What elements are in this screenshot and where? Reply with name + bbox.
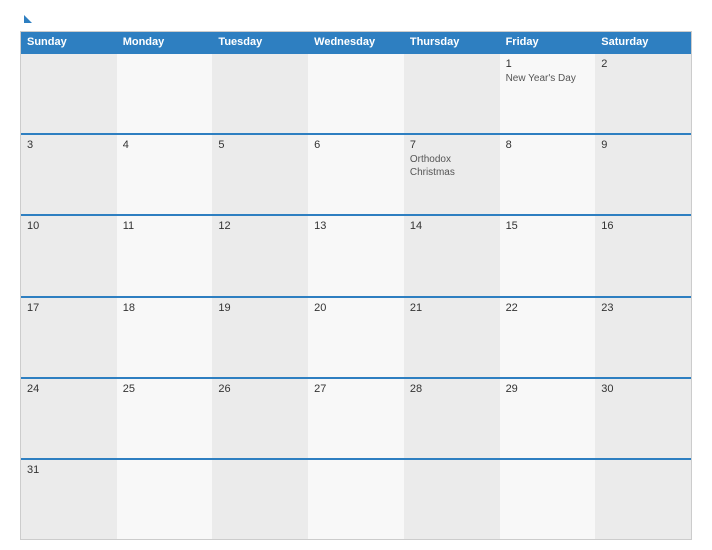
calendar-week-row: 1 New Year's Day 2 bbox=[21, 52, 691, 133]
logo bbox=[20, 15, 32, 23]
day-number: 1 bbox=[506, 58, 590, 70]
day-number: 17 bbox=[27, 302, 111, 314]
calendar-cell: 23 bbox=[595, 298, 691, 377]
day-number: 3 bbox=[27, 139, 111, 151]
calendar-cell bbox=[308, 460, 404, 539]
calendar-cell: 29 bbox=[500, 379, 596, 458]
calendar-cell: 18 bbox=[117, 298, 213, 377]
calendar-cell bbox=[595, 460, 691, 539]
calendar-week-row: 10 11 12 13 14 15 16 bbox=[21, 214, 691, 295]
day-number: 8 bbox=[506, 139, 590, 151]
calendar-week-row: 31 bbox=[21, 458, 691, 539]
calendar-cell: 1 New Year's Day bbox=[500, 54, 596, 133]
day-number: 29 bbox=[506, 383, 590, 395]
day-number: 27 bbox=[314, 383, 398, 395]
calendar-page: SundayMondayTuesdayWednesdayThursdayFrid… bbox=[0, 0, 712, 550]
day-number: 25 bbox=[123, 383, 207, 395]
calendar-cell: 27 bbox=[308, 379, 404, 458]
event-label: New Year's Day bbox=[506, 73, 576, 84]
calendar-cell bbox=[404, 460, 500, 539]
calendar-cell bbox=[21, 54, 117, 133]
calendar-cell: 7 Orthodox Christmas bbox=[404, 135, 500, 214]
day-number: 9 bbox=[601, 139, 685, 151]
calendar-cell: 5 bbox=[212, 135, 308, 214]
day-number: 13 bbox=[314, 220, 398, 232]
day-number: 4 bbox=[123, 139, 207, 151]
day-number: 22 bbox=[506, 302, 590, 314]
calendar-cell: 16 bbox=[595, 216, 691, 295]
calendar-week-row: 34567 Orthodox Christmas 89 bbox=[21, 133, 691, 214]
day-number: 31 bbox=[27, 464, 111, 476]
calendar-week-row: 17 18 19 20 21 22 23 bbox=[21, 296, 691, 377]
day-number: 7 bbox=[410, 139, 494, 151]
calendar-cell bbox=[500, 460, 596, 539]
calendar-cell: 24 bbox=[21, 379, 117, 458]
calendar-cell: 2 bbox=[595, 54, 691, 133]
day-of-week-header: Thursday bbox=[404, 32, 500, 52]
calendar-cell: 21 bbox=[404, 298, 500, 377]
day-number: 5 bbox=[218, 139, 302, 151]
day-number: 18 bbox=[123, 302, 207, 314]
logo-triangle-icon bbox=[24, 15, 32, 23]
calendar-cell: 14 bbox=[404, 216, 500, 295]
calendar-cell: 12 bbox=[212, 216, 308, 295]
calendar-cell: 25 bbox=[117, 379, 213, 458]
calendar-cell: 3 bbox=[21, 135, 117, 214]
event-label: Orthodox Christmas bbox=[410, 154, 455, 178]
calendar-cell: 28 bbox=[404, 379, 500, 458]
calendar-cell bbox=[212, 460, 308, 539]
day-of-week-header: Sunday bbox=[21, 32, 117, 52]
page-header bbox=[20, 15, 692, 23]
calendar-cell: 26 bbox=[212, 379, 308, 458]
day-number: 15 bbox=[506, 220, 590, 232]
day-number: 30 bbox=[601, 383, 685, 395]
calendar-cell: 11 bbox=[117, 216, 213, 295]
day-of-week-header: Tuesday bbox=[212, 32, 308, 52]
day-of-week-header: Saturday bbox=[595, 32, 691, 52]
calendar-cell: 8 bbox=[500, 135, 596, 214]
day-of-week-header: Friday bbox=[500, 32, 596, 52]
calendar-grid: SundayMondayTuesdayWednesdayThursdayFrid… bbox=[20, 31, 692, 540]
calendar-cell bbox=[404, 54, 500, 133]
day-number: 26 bbox=[218, 383, 302, 395]
day-number: 2 bbox=[601, 58, 685, 70]
calendar-cell bbox=[308, 54, 404, 133]
day-number: 28 bbox=[410, 383, 494, 395]
calendar-cell: 10 bbox=[21, 216, 117, 295]
day-of-week-header: Wednesday bbox=[308, 32, 404, 52]
day-number: 16 bbox=[601, 220, 685, 232]
day-number: 21 bbox=[410, 302, 494, 314]
calendar-cell: 9 bbox=[595, 135, 691, 214]
day-number: 19 bbox=[218, 302, 302, 314]
calendar-cell: 30 bbox=[595, 379, 691, 458]
calendar-cell: 6 bbox=[308, 135, 404, 214]
day-number: 23 bbox=[601, 302, 685, 314]
day-number: 14 bbox=[410, 220, 494, 232]
day-number: 12 bbox=[218, 220, 302, 232]
day-number: 10 bbox=[27, 220, 111, 232]
calendar-cell: 13 bbox=[308, 216, 404, 295]
calendar-cell bbox=[117, 460, 213, 539]
day-of-week-header: Monday bbox=[117, 32, 213, 52]
calendar-cell: 17 bbox=[21, 298, 117, 377]
calendar-body: 1New Year's Day234567Orthodox Christmas8… bbox=[21, 52, 691, 539]
calendar-week-row: 24 25 26 27 28 29 30 bbox=[21, 377, 691, 458]
calendar-cell: 19 bbox=[212, 298, 308, 377]
day-number: 20 bbox=[314, 302, 398, 314]
calendar-cell bbox=[212, 54, 308, 133]
calendar-cell bbox=[117, 54, 213, 133]
calendar-cell: 31 bbox=[21, 460, 117, 539]
calendar-header-row: SundayMondayTuesdayWednesdayThursdayFrid… bbox=[21, 32, 691, 52]
calendar-cell: 22 bbox=[500, 298, 596, 377]
calendar-cell: 15 bbox=[500, 216, 596, 295]
day-number: 6 bbox=[314, 139, 398, 151]
calendar-cell: 4 bbox=[117, 135, 213, 214]
day-number: 24 bbox=[27, 383, 111, 395]
calendar-cell: 20 bbox=[308, 298, 404, 377]
day-number: 11 bbox=[123, 220, 207, 232]
